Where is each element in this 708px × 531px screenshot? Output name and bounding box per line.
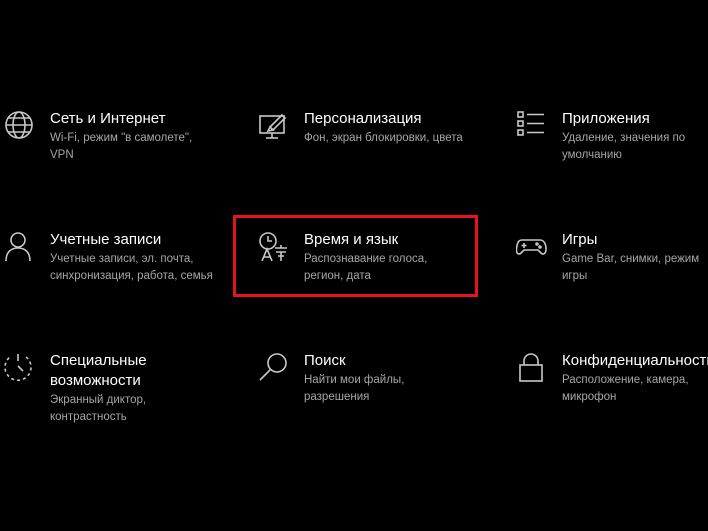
tile-description: Удаление, значения по умолчанию: [562, 132, 686, 161]
tile-description: Фон, экран блокировки, цвета: [304, 132, 463, 144]
tile-description: Wi-Fi, режим "в самолете", VPN: [50, 132, 193, 161]
person-icon: [4, 231, 38, 265]
tile-network-internet[interactable]: Сеть и Интернет Wi-Fi, режим "в самолете…: [4, 109, 200, 164]
apps-list-icon: [516, 110, 550, 144]
tile-description: Найти мои файлы, разрешения: [304, 374, 405, 403]
tile-title: Время и язык: [304, 231, 399, 248]
tile-description: Экранный диктор, контрастность: [50, 394, 147, 423]
time-language-icon: [258, 231, 292, 265]
ease-of-access-icon: [4, 352, 38, 386]
globe-icon: [4, 110, 38, 144]
tile-title: Приложения: [562, 110, 650, 127]
tile-description: Расположение, камера, микрофон: [562, 374, 689, 403]
tile-description: Учетные записи, эл. почта, синхронизация…: [50, 253, 213, 282]
tile-description: Game Bar, снимки, режим игры: [562, 253, 700, 282]
gamepad-icon: [516, 231, 550, 265]
tile-time-language[interactable]: Время и язык Распознавание голоса, регио…: [258, 230, 454, 285]
tile-accounts[interactable]: Учетные записи Учетные записи, эл. почта…: [4, 230, 215, 285]
tile-title: Персонализация: [304, 110, 422, 127]
tile-description: Распознавание голоса, регион, дата: [304, 253, 428, 282]
tile-ease-of-access[interactable]: Специальные возможности Экранный диктор,…: [4, 351, 170, 426]
tile-title: Специальные возможности: [50, 352, 147, 389]
search-icon: [258, 352, 292, 386]
tile-title: Конфиденциальность: [562, 352, 708, 369]
tile-search[interactable]: Поиск Найти мои файлы, разрешения: [258, 351, 434, 406]
tile-gaming[interactable]: Игры Game Bar, снимки, режим игры: [516, 230, 702, 285]
tile-personalization[interactable]: Персонализация Фон, экран блокировки, цв…: [258, 109, 479, 147]
tile-title: Сеть и Интернет: [50, 110, 166, 127]
tile-privacy[interactable]: Конфиденциальность Расположение, камера,…: [516, 351, 708, 406]
personalization-icon: [258, 110, 292, 144]
tile-title: Поиск: [304, 352, 346, 369]
tile-title: Игры: [562, 231, 598, 248]
lock-icon: [516, 352, 550, 386]
tile-title: Учетные записи: [50, 231, 162, 248]
tile-apps[interactable]: Приложения Удаление, значения по умолчан…: [516, 109, 692, 164]
